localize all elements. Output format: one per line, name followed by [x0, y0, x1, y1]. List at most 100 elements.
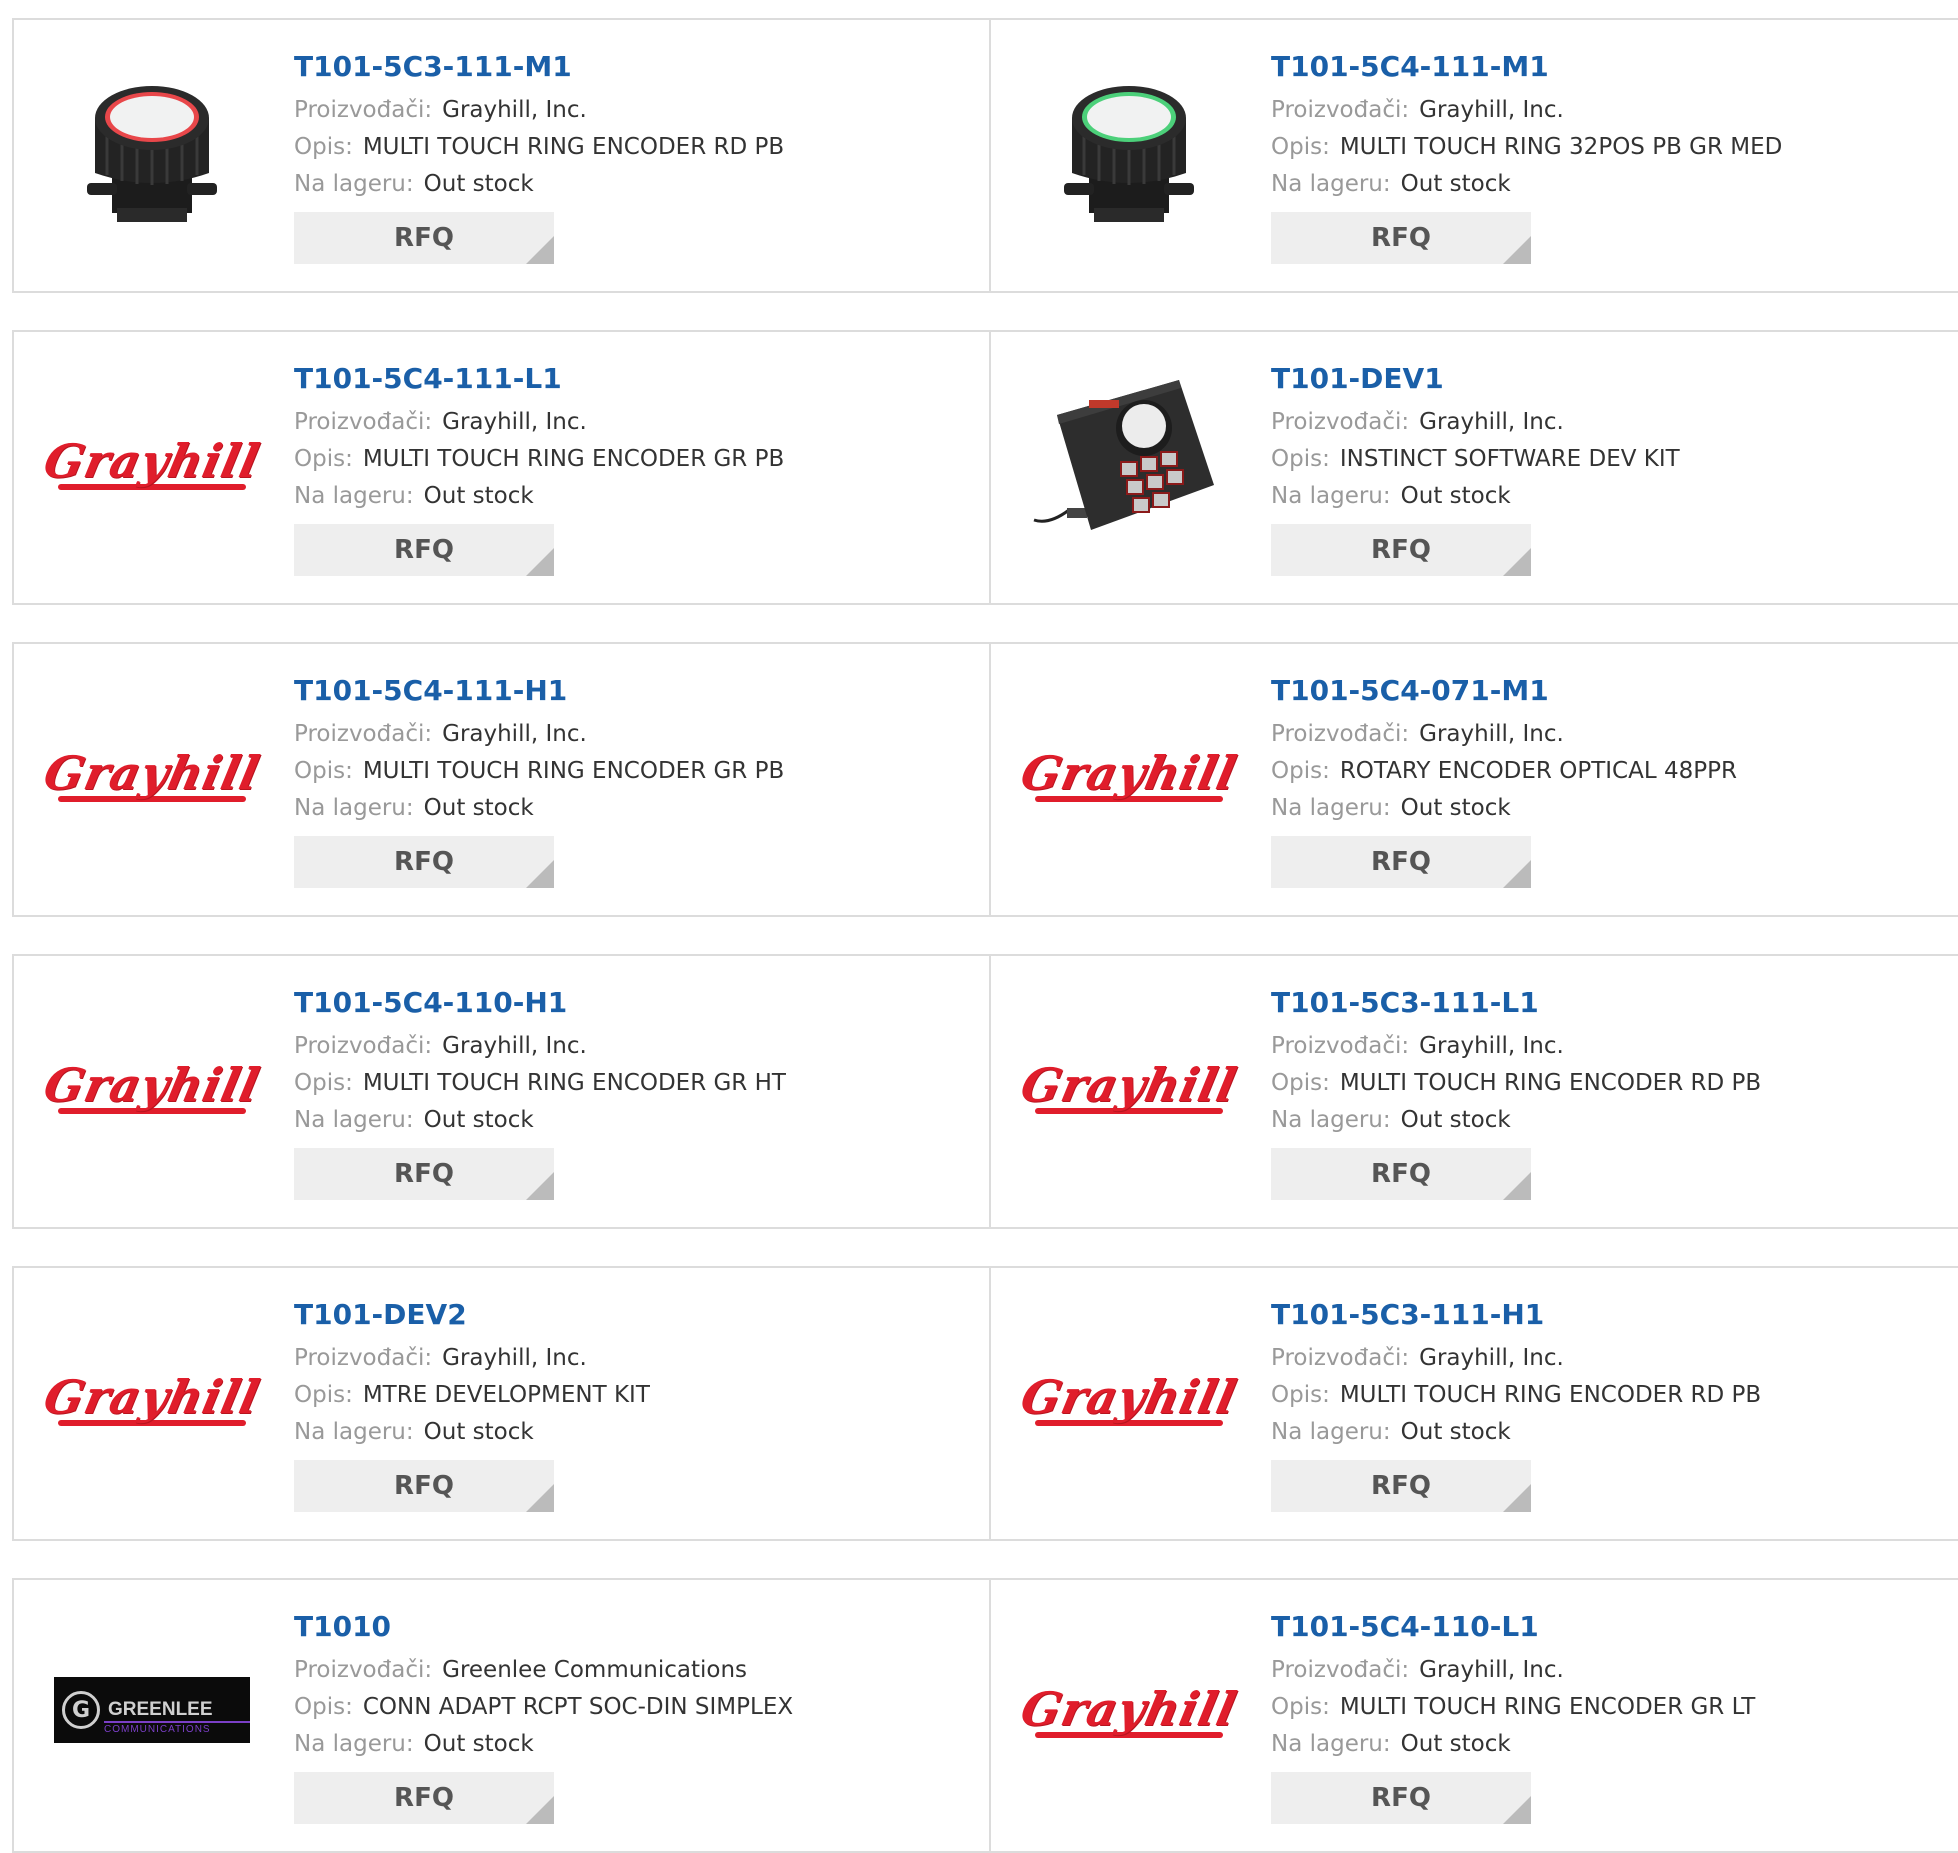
part-number-link[interactable]: T101-DEV2: [294, 1298, 650, 1332]
description-value: MULTI TOUCH RING ENCODER GR PB: [362, 758, 785, 784]
part-number-link[interactable]: T101-5C4-110-H1: [294, 986, 786, 1020]
rfq-button[interactable]: RFQ: [294, 1460, 554, 1512]
description-label: Opis:: [1271, 1694, 1330, 1720]
product-grid: T101-5C3-111-M1 Proizvođači: Grayhill, In…: [12, 18, 1958, 1853]
product-image-dev-kit[interactable]: [1029, 360, 1229, 564]
manufacturer-label: Proizvođači:: [294, 1657, 433, 1683]
part-number-link[interactable]: T101-DEV1: [1271, 362, 1680, 396]
stock-label: Na lageru:: [294, 483, 414, 509]
rfq-corner-icon: [1503, 860, 1531, 888]
rfq-button[interactable]: RFQ: [294, 1148, 554, 1200]
product-image-encoder-green[interactable]: [1054, 63, 1204, 237]
rfq-corner-icon: [526, 1172, 554, 1200]
rfq-button[interactable]: RFQ: [294, 524, 554, 576]
stock-value: Out stock: [423, 1731, 534, 1757]
product-info: T101-5C4-110-L1 Proizvođači: Grayhill, In…: [1271, 1610, 1755, 1824]
rfq-button[interactable]: RFQ: [294, 836, 554, 888]
description-row: Opis: MTRE DEVELOPMENT KIT: [294, 1377, 650, 1414]
stock-row: Na lageru: Out stock: [294, 478, 784, 515]
description-label: Opis:: [294, 134, 353, 160]
rfq-button[interactable]: RFQ: [1271, 1772, 1531, 1824]
rfq-button[interactable]: RFQ: [294, 212, 554, 264]
description-value: MULTI TOUCH RING ENCODER RD PB: [362, 134, 785, 160]
product-thumbnail[interactable]: Grayhill: [39, 986, 265, 1186]
product-card: G GREENLEE COMMUNICATIONS T1010 Proizvođ…: [12, 1578, 991, 1853]
product-card: Grayhill T101-5C4-110-H1 Proizvođači: Gra…: [12, 954, 991, 1229]
manufacturer-label: Proizvođači:: [294, 97, 433, 123]
description-row: Opis: MULTI TOUCH RING 32POS PB GR MED: [1271, 129, 1782, 166]
greenlee-logo: G GREENLEE COMMUNICATIONS: [54, 1677, 250, 1743]
description-row: Opis: MULTI TOUCH RING ENCODER GR PB: [294, 753, 784, 790]
rfq-button[interactable]: RFQ: [1271, 212, 1531, 264]
manufacturer-row: Proizvođači: Grayhill, Inc.: [1271, 1652, 1755, 1689]
product-thumbnail[interactable]: [52, 50, 252, 250]
stock-label: Na lageru:: [294, 1419, 414, 1445]
rfq-corner-icon: [1503, 236, 1531, 264]
part-number-link[interactable]: T101-5C3-111-H1: [1271, 1298, 1761, 1332]
rfq-corner-icon: [1503, 1796, 1531, 1824]
part-number-link[interactable]: T101-5C4-071-M1: [1271, 674, 1737, 708]
product-thumbnail[interactable]: G GREENLEE COMMUNICATIONS: [52, 1610, 252, 1810]
product-thumbnail[interactable]: Grayhill: [1016, 1610, 1242, 1810]
part-number-link[interactable]: T1010: [294, 1610, 793, 1644]
rfq-button-label: RFQ: [394, 1783, 454, 1813]
description-value: INSTINCT SOFTWARE DEV KIT: [1339, 446, 1680, 472]
manufacturer-row: Proizvođači: Grayhill, Inc.: [1271, 1028, 1761, 1065]
rfq-button[interactable]: RFQ: [1271, 1148, 1531, 1200]
description-row: Opis: MULTI TOUCH RING ENCODER RD PB: [1271, 1065, 1761, 1102]
rfq-button[interactable]: RFQ: [1271, 1460, 1531, 1512]
stock-row: Na lageru: Out stock: [294, 1414, 650, 1451]
rfq-button[interactable]: RFQ: [1271, 524, 1531, 576]
product-thumbnail[interactable]: Grayhill: [1016, 986, 1242, 1186]
product-info: T101-5C3-111-M1 Proizvođači: Grayhill, In…: [294, 50, 784, 264]
grayhill-logo-text: Grayhill: [1016, 1682, 1242, 1736]
part-number-link[interactable]: T101-5C4-110-L1: [1271, 1610, 1755, 1644]
stock-label: Na lageru:: [1271, 1731, 1391, 1757]
part-number-link[interactable]: T101-5C4-111-H1: [294, 674, 784, 708]
product-thumbnail[interactable]: [1029, 362, 1229, 562]
stock-row: Na lageru: Out stock: [1271, 1726, 1755, 1763]
part-number-link[interactable]: T101-5C4-111-M1: [1271, 50, 1782, 84]
rfq-button-label: RFQ: [1371, 1783, 1431, 1813]
part-number-link[interactable]: T101-5C4-111-L1: [294, 362, 784, 396]
product-image-encoder-red[interactable]: [77, 63, 227, 237]
rfq-button[interactable]: RFQ: [294, 1772, 554, 1824]
stock-row: Na lageru: Out stock: [1271, 1414, 1761, 1451]
description-value: MULTI TOUCH RING ENCODER RD PB: [1339, 1382, 1762, 1408]
product-thumbnail[interactable]: Grayhill: [1016, 674, 1242, 874]
manufacturer-label: Proizvođači:: [294, 721, 433, 747]
product-info: T101-DEV2 Proizvođači: Grayhill, Inc. Opi…: [294, 1298, 650, 1512]
description-value: CONN ADAPT RCPT SOC-DIN SIMPLEX: [362, 1694, 794, 1720]
product-thumbnail[interactable]: [1029, 50, 1229, 250]
description-label: Opis:: [294, 758, 353, 784]
rfq-button[interactable]: RFQ: [1271, 836, 1531, 888]
manufacturer-label: Proizvođači:: [294, 1345, 433, 1371]
rfq-button-label: RFQ: [394, 847, 454, 877]
product-card: T101-5C4-111-M1 Proizvođači: Grayhill, In…: [991, 18, 1958, 293]
description-label: Opis:: [1271, 446, 1330, 472]
manufacturer-value: Greenlee Communications: [442, 1657, 748, 1683]
stock-label: Na lageru:: [294, 171, 414, 197]
product-info: T101-5C4-111-M1 Proizvođači: Grayhill, In…: [1271, 50, 1782, 264]
product-info: T101-DEV1 Proizvođači: Grayhill, Inc. Opi…: [1271, 362, 1680, 576]
stock-label: Na lageru:: [294, 1731, 414, 1757]
product-thumbnail[interactable]: Grayhill: [1016, 1298, 1242, 1498]
grayhill-logo: Grayhill: [39, 746, 265, 802]
part-number-link[interactable]: T101-5C3-111-L1: [1271, 986, 1761, 1020]
description-row: Opis: CONN ADAPT RCPT SOC-DIN SIMPLEX: [294, 1689, 793, 1726]
stock-row: Na lageru: Out stock: [1271, 1102, 1761, 1139]
stock-value: Out stock: [1400, 171, 1511, 197]
rfq-button-label: RFQ: [394, 1471, 454, 1501]
greenlee-bar: [104, 1721, 250, 1723]
part-number-link[interactable]: T101-5C3-111-M1: [294, 50, 784, 84]
manufacturer-row: Proizvođači: Grayhill, Inc.: [294, 716, 784, 753]
manufacturer-value: Grayhill, Inc.: [1419, 1345, 1564, 1371]
stock-value: Out stock: [423, 795, 534, 821]
stock-row: Na lageru: Out stock: [1271, 790, 1737, 827]
product-thumbnail[interactable]: Grayhill: [39, 1298, 265, 1498]
product-thumbnail[interactable]: Grayhill: [39, 674, 265, 874]
product-thumbnail[interactable]: Grayhill: [39, 362, 265, 562]
description-label: Opis:: [1271, 758, 1330, 784]
grayhill-logo: Grayhill: [1016, 1370, 1242, 1426]
manufacturer-row: Proizvođači: Grayhill, Inc.: [1271, 1340, 1761, 1377]
